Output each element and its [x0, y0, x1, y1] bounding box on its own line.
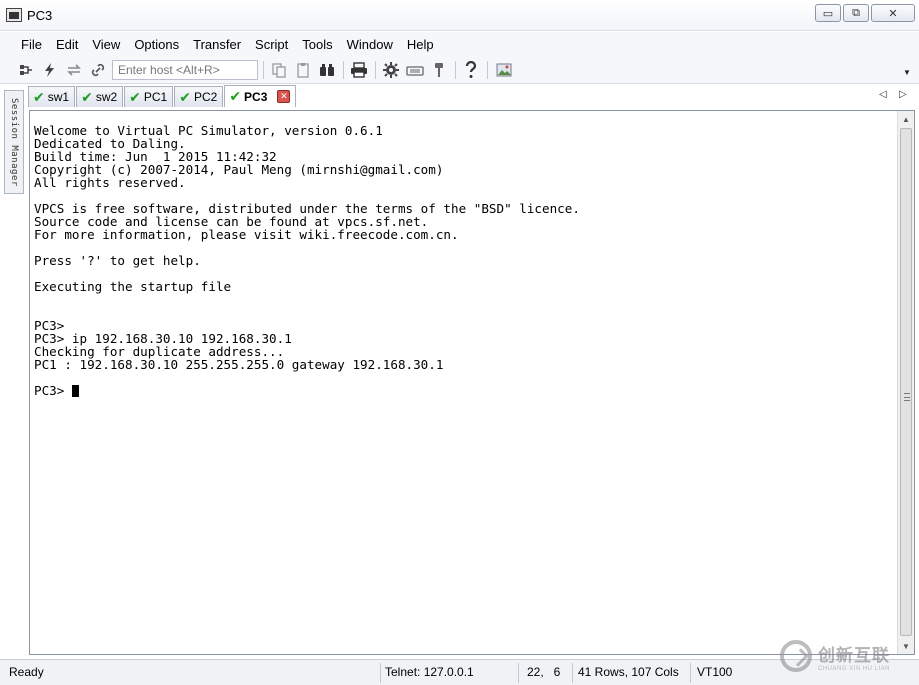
app-icon [6, 8, 22, 22]
copy-icon[interactable] [269, 60, 289, 80]
find-icon[interactable] [317, 60, 337, 80]
gear-icon[interactable] [381, 60, 401, 80]
close-icon: ✕ [888, 7, 898, 20]
terminal-prompt: PC3> [34, 383, 72, 398]
menu-options[interactable]: Options [127, 37, 186, 52]
vertical-scrollbar[interactable]: ▲ ▼ [897, 111, 914, 654]
scrollbar-thumb[interactable] [900, 128, 912, 636]
status-divider [518, 663, 519, 683]
menu-file[interactable]: File [14, 37, 49, 52]
tab-label: PC3 [244, 89, 268, 104]
menu-script[interactable]: Script [248, 37, 295, 52]
toolbar-separator [263, 61, 264, 79]
menu-help[interactable]: Help [400, 37, 441, 52]
toolbar-separator [375, 61, 376, 79]
terminal-line: PC1 : 192.168.30.10 255.255.255.0 gatewa… [34, 357, 444, 372]
close-button[interactable]: ✕ [871, 4, 915, 22]
maximize-icon: ⧉ [852, 6, 860, 19]
menu-tools[interactable]: Tools [295, 37, 339, 52]
host-input[interactable] [112, 60, 258, 80]
session-manager-label: Session Manager [9, 97, 19, 187]
menu-bar: File Edit View Options Transfer Script T… [0, 32, 919, 56]
toolbar: ▼ [0, 56, 919, 84]
terminal-output: Welcome to Virtual PC Simulator, version… [34, 124, 580, 397]
lightning-icon[interactable] [40, 60, 60, 80]
toolbar-separator [343, 61, 344, 79]
check-icon: ✔ [179, 88, 191, 105]
tab-pc3[interactable]: ✔ PC3 ✕ [224, 85, 297, 107]
status-state: Ready [9, 665, 44, 679]
session-tabs: ✔ sw1 ✔ sw2 ✔ PC1 ✔ PC2 ✔ PC3 ✕ [28, 85, 297, 107]
reconnect-icon[interactable] [64, 60, 84, 80]
image-icon[interactable] [494, 60, 514, 80]
tab-scroll-left-icon[interactable]: ◁ [879, 89, 887, 100]
tab-sw2[interactable]: ✔ sw2 [76, 86, 124, 107]
help-icon[interactable] [461, 60, 481, 80]
check-icon: ✔ [229, 88, 242, 104]
toolbar-dropdown-icon[interactable]: ▼ [903, 68, 911, 77]
menu-transfer[interactable]: Transfer [186, 37, 248, 52]
status-emulation: VT100 [697, 665, 733, 679]
status-connection: Telnet: 127.0.0.1 [385, 665, 474, 679]
status-divider [380, 663, 381, 683]
link-icon[interactable] [88, 60, 108, 80]
window-title: PC3 [27, 8, 53, 23]
check-icon: ✔ [129, 88, 141, 105]
session-manager-tab[interactable]: Session Manager [4, 90, 24, 194]
menu-window[interactable]: Window [340, 37, 400, 52]
minimize-icon: ▭ [822, 7, 834, 20]
tab-pc1[interactable]: ✔ PC1 [124, 86, 174, 107]
status-divider [572, 663, 573, 683]
keymap-icon[interactable] [405, 60, 425, 80]
tab-scroll-right-icon[interactable]: ▷ [899, 89, 907, 100]
terminal-line: For more information, please visit wiki.… [34, 227, 459, 242]
scroll-up-icon[interactable]: ▲ [898, 111, 914, 127]
terminal-line: Executing the startup file [34, 279, 232, 294]
terminal-view[interactable]: Welcome to Virtual PC Simulator, version… [29, 110, 915, 655]
terminal-line: Press '?' to get help. [34, 253, 201, 268]
status-cursor-position: 22, 6 [527, 665, 561, 679]
key-icon[interactable] [429, 60, 449, 80]
status-divider [690, 663, 691, 683]
tab-label: PC2 [193, 90, 218, 104]
title-bar: PC3 ▭ ⧉ ✕ [0, 0, 919, 31]
scrollbar-grip-icon [904, 393, 910, 401]
maximize-button[interactable]: ⧉ [843, 4, 869, 22]
watermark-logo-icon [780, 640, 812, 672]
watermark-text: 创新互联 [818, 645, 890, 666]
tab-close-icon[interactable]: ✕ [277, 90, 291, 103]
watermark: 创新互联 CHUANG XIN HU LIAN [780, 631, 915, 681]
menu-edit[interactable]: Edit [49, 37, 85, 52]
status-dimensions: 41 Rows, 107 Cols [578, 665, 679, 679]
tab-label: sw2 [95, 90, 118, 104]
tab-pc2[interactable]: ✔ PC2 [174, 86, 224, 107]
menu-view[interactable]: View [85, 37, 127, 52]
print-icon[interactable] [349, 60, 369, 80]
watermark-subtext: CHUANG XIN HU LIAN [818, 665, 891, 672]
check-icon: ✔ [33, 88, 45, 105]
tab-label: PC1 [143, 90, 168, 104]
terminal-cursor [71, 385, 79, 397]
toolbar-separator [455, 61, 456, 79]
tab-label: sw1 [47, 90, 70, 104]
tab-sw1[interactable]: ✔ sw1 [28, 86, 76, 107]
minimize-button[interactable]: ▭ [815, 4, 841, 22]
paste-icon[interactable] [293, 60, 313, 80]
toolbar-separator [487, 61, 488, 79]
check-icon: ✔ [81, 88, 93, 105]
connect-icon[interactable] [16, 60, 36, 80]
terminal-line: All rights reserved. [34, 175, 186, 190]
terminal-prompt-line: PC3> [34, 384, 580, 397]
